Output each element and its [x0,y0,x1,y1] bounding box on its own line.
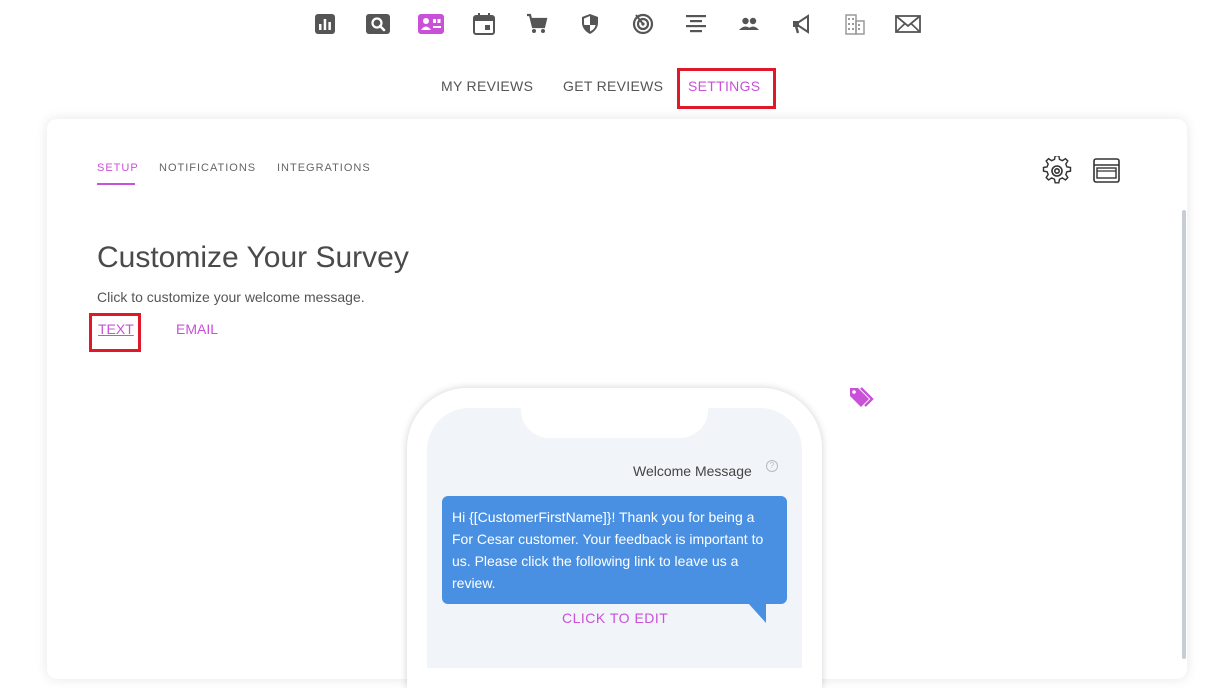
tab-notifications[interactable]: NOTIFICATIONS [159,162,256,174]
calendar-icon[interactable] [471,11,497,37]
nav-settings[interactable]: SETTINGS [688,78,760,94]
nav-get-reviews[interactable]: GET REVIEWS [563,78,663,94]
gear-icon[interactable] [1042,155,1072,186]
tab-integrations[interactable]: INTEGRATIONS [277,162,371,174]
mail-icon[interactable] [895,11,921,37]
people-icon[interactable] [736,11,762,37]
bar-chart-icon[interactable] [312,11,338,37]
welcome-message-bubble[interactable]: Hi {[CustomerFirstName]}! Thank you for … [442,496,787,604]
active-tab-underline [97,183,135,185]
phone-notch [521,408,708,438]
welcome-message-label: Welcome Message [633,463,752,479]
browser-window-icon[interactable] [1092,156,1122,186]
scrollbar[interactable] [1182,210,1186,659]
align-center-icon[interactable] [683,11,709,37]
click-to-edit-button[interactable]: CLICK TO EDIT [562,610,668,626]
main-nav: MY REVIEWS GET REVIEWS SETTINGS [0,70,1217,106]
tab-setup[interactable]: SETUP [97,162,139,174]
reviews-icon[interactable] [418,11,444,37]
radar-icon[interactable] [630,11,656,37]
tags-icon[interactable] [849,385,877,409]
building-icon[interactable] [842,11,868,37]
nav-my-reviews[interactable]: MY REVIEWS [441,78,533,94]
page-subtitle: Click to customize your welcome message. [97,289,365,305]
top-toolbar [0,0,1217,50]
cart-icon[interactable] [524,11,550,37]
search-icon[interactable] [365,11,391,37]
email-link[interactable]: EMAIL [176,321,218,337]
help-icon[interactable]: ? [766,460,778,472]
page-title: Customize Your Survey [97,241,409,274]
bubble-tail [748,603,766,623]
text-link[interactable]: TEXT [98,321,134,337]
shield-icon[interactable] [577,11,603,37]
megaphone-icon[interactable] [789,11,815,37]
